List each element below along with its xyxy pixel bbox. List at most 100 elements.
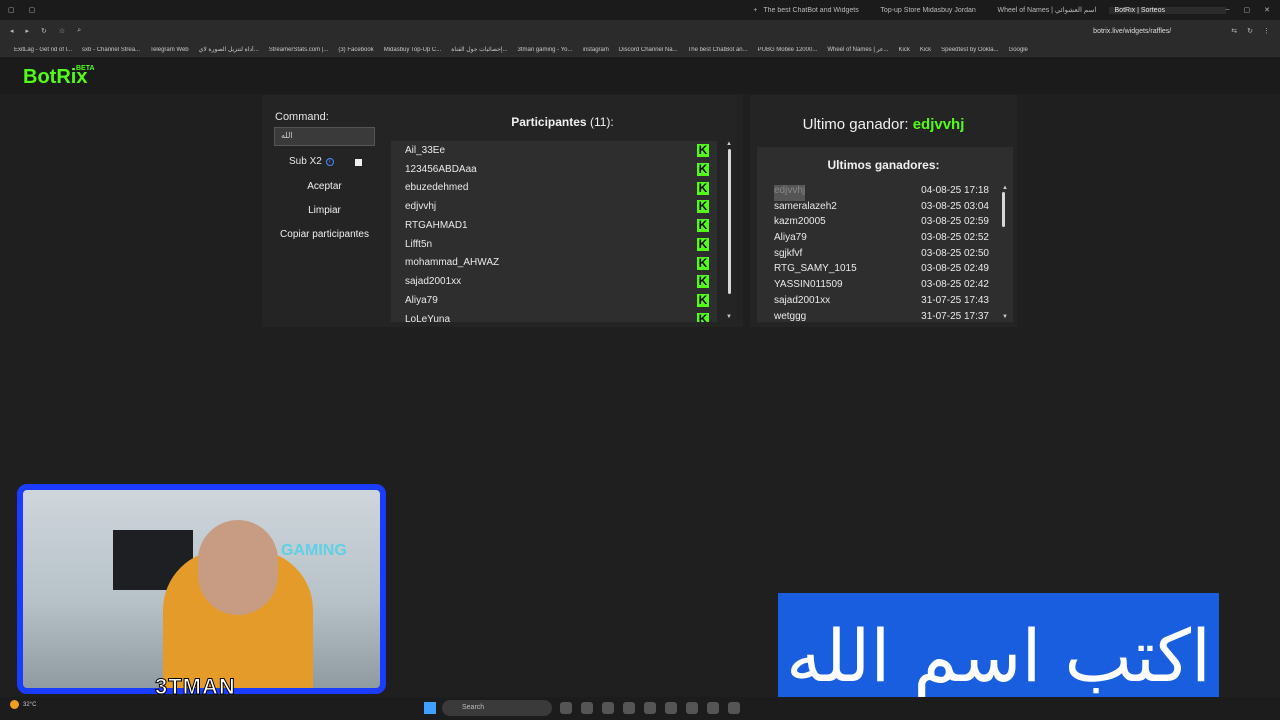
winners-list[interactable]: edjvvhj 04-08-25 17:18 sameralazeh2 03-08-… — [774, 185, 989, 322]
participant-row[interactable]: ebuzedehmed K — [391, 179, 717, 198]
tab-midasbuy[interactable]: Top-up Store Midasbuy Jordan — [874, 7, 991, 14]
back-icon[interactable]: ◂ — [10, 27, 14, 35]
participants-scrollbar[interactable] — [728, 149, 731, 294]
bookmark-item[interactable]: sxb - Channel Strea... — [82, 47, 140, 53]
winner-row: sajad2001xx 31-07-25 17:43 — [774, 295, 989, 311]
command-label: Command: — [275, 111, 329, 123]
app-icon[interactable] — [686, 702, 698, 714]
participant-name: LoLeYuna — [405, 313, 451, 322]
participant-row[interactable]: LoLeYuna K — [391, 310, 717, 322]
botrix-logo[interactable]: BotRix BETA — [23, 65, 95, 89]
app-icon[interactable] — [581, 702, 593, 714]
bookmark-item[interactable]: StreamerStats.com |... — [269, 47, 329, 53]
minimize-icon[interactable]: – — [1226, 6, 1230, 14]
participant-row[interactable]: Lifft5n K — [391, 235, 717, 254]
bookmark-item[interactable]: إحصائيات جول القناة... — [451, 46, 507, 53]
bookmark-star-icon[interactable]: ☆ — [59, 27, 65, 35]
url-field[interactable]: botrix.live/widgets/raffles/ — [1093, 28, 1171, 35]
kick-icon: K — [697, 161, 709, 176]
app-icon[interactable] — [602, 702, 614, 714]
bookmark-item[interactable]: Kick — [898, 47, 909, 53]
bookmark-item[interactable]: (3) Facebook — [338, 47, 373, 53]
participants-title: Participantes (11): — [480, 115, 645, 129]
app-icon[interactable] — [623, 702, 635, 714]
participant-row[interactable]: RTGAHMAD1 K — [391, 216, 717, 235]
reload-icon[interactable]: ↻ — [41, 27, 47, 35]
bookmark-item[interactable]: Telegram Web — [150, 47, 189, 53]
bookmark-item[interactable]: instagram — [583, 47, 609, 53]
clear-button[interactable]: Limpiar — [274, 201, 375, 221]
participant-row[interactable]: 123456ABDAaa K — [391, 160, 717, 179]
bookmark-item[interactable]: أداة لتنزيل الصورة لاي... — [199, 46, 259, 53]
last-winner-name: edjvvhj — [912, 116, 965, 133]
bookmark-item[interactable]: ExitLag - Get rid of l... — [14, 47, 72, 53]
app-icon[interactable] — [665, 702, 677, 714]
participant-name: sajad2001xx — [405, 276, 462, 288]
participant-row[interactable]: sajad2001xx K — [391, 272, 717, 291]
tab-wheel-of-names[interactable]: Wheel of Names | اسم العشوائي — [991, 6, 1108, 14]
tab-label: The best ChatBot and Widgets — [763, 6, 859, 14]
tab-botrix-sorteos[interactable]: BotRix | Sorteos — [1108, 6, 1226, 14]
bookmark-item[interactable]: Kick — [920, 47, 931, 53]
app-icon[interactable] — [707, 702, 719, 714]
forward-icon[interactable]: ▸ — [26, 27, 30, 35]
command-input[interactable]: الله — [274, 127, 375, 146]
tab-botrix-chatbot[interactable]: The best ChatBot and Widgets — [757, 7, 874, 14]
app-icon[interactable] — [728, 702, 740, 714]
nav-buttons: ◂ ▸ ↻ ☆ ⌕ — [10, 27, 81, 35]
beta-badge: BETA — [76, 65, 95, 72]
participant-row[interactable]: Aliya79 K — [391, 291, 717, 310]
scroll-up-icon[interactable]: ▲ — [726, 141, 732, 147]
winner-name: Aliya79 — [774, 232, 807, 244]
sub-x2-label: Sub X2 — [289, 156, 322, 167]
participant-row[interactable]: Ail_33Ee K — [391, 141, 717, 160]
winner-name: wetggg — [774, 310, 807, 322]
winners-scroll-down-icon[interactable]: ▼ — [1002, 314, 1008, 320]
winners-scrollbar[interactable] — [1002, 192, 1005, 227]
participants-list[interactable]: Ail_33Ee K 123456ABDAaa K ebuzedehmed K edj… — [391, 141, 717, 322]
windows-start-icon[interactable] — [424, 702, 436, 714]
winner-date: 03-08-25 02:52 — [921, 232, 989, 244]
close-icon[interactable]: ✕ — [1264, 6, 1270, 14]
participant-row[interactable]: edjvvhj K — [391, 197, 717, 216]
sync-icon[interactable]: ↻ — [1247, 27, 1253, 35]
sub-x2-checkbox[interactable] — [355, 159, 362, 166]
copy-participants-button[interactable]: Copiar participantes — [274, 225, 375, 245]
zoom-icon[interactable]: ⌕ — [77, 27, 81, 35]
participants-count: (11): — [589, 115, 614, 129]
participant-row[interactable]: mohammad_AHWAZ K — [391, 254, 717, 273]
maximize-icon[interactable]: ▢ — [1244, 6, 1251, 14]
bookmark-item[interactable]: The best ChatBot an... — [688, 47, 748, 53]
scroll-down-icon[interactable]: ▼ — [726, 314, 732, 320]
bookmark-item[interactable]: Speedtest by Ookla... — [941, 47, 998, 53]
kick-icon: K — [697, 143, 709, 157]
accept-button[interactable]: Aceptar — [274, 177, 375, 197]
taskbar-search[interactable]: Search — [442, 700, 552, 716]
winner-name: sgjkfvf — [774, 247, 803, 259]
chrome-icon[interactable] — [644, 702, 656, 714]
participants-title-text: Participantes — [511, 115, 587, 129]
participant-name: ebuzedehmed — [405, 182, 469, 194]
app-icon[interactable] — [560, 702, 572, 714]
bookmark-item[interactable]: 3tman gaming - Yo... — [517, 47, 572, 53]
winner-date: 31-07-25 17:37 — [921, 310, 989, 322]
weather-widget[interactable]: 32°C — [10, 700, 36, 709]
info-icon[interactable]: i — [325, 157, 334, 166]
kick-icon: K — [697, 293, 709, 307]
menu-icon[interactable]: ⋮ — [1263, 27, 1270, 35]
bookmark-item[interactable]: Midasbuy Top-Up C... — [384, 47, 442, 53]
share-icon[interactable]: ⇆ — [1231, 27, 1237, 35]
winner-name: kazm20005 — [774, 216, 826, 228]
bookmark-item[interactable]: PUBG Mobile 12000... — [758, 47, 818, 53]
tab-search-icon[interactable]: ▢ — [8, 6, 15, 14]
new-tab-icon[interactable]: ▢ — [29, 6, 36, 14]
bookmark-item[interactable]: Wheel of Names | عر... — [827, 46, 888, 53]
winners-scroll-up-icon[interactable]: ▲ — [1002, 185, 1008, 191]
winners-title: Ultimos ganadores: — [827, 158, 940, 172]
extension-icons: ⇆ ↻ ⋮ — [1231, 27, 1270, 35]
participant-name: RTGAHMAD1 — [405, 219, 468, 231]
winner-date: 03-08-25 02:59 — [921, 216, 989, 228]
bookmark-item[interactable]: Google — [1009, 47, 1028, 53]
participant-name: Lifft5n — [405, 238, 433, 250]
bookmark-item[interactable]: Discord Channel Na... — [619, 47, 678, 53]
